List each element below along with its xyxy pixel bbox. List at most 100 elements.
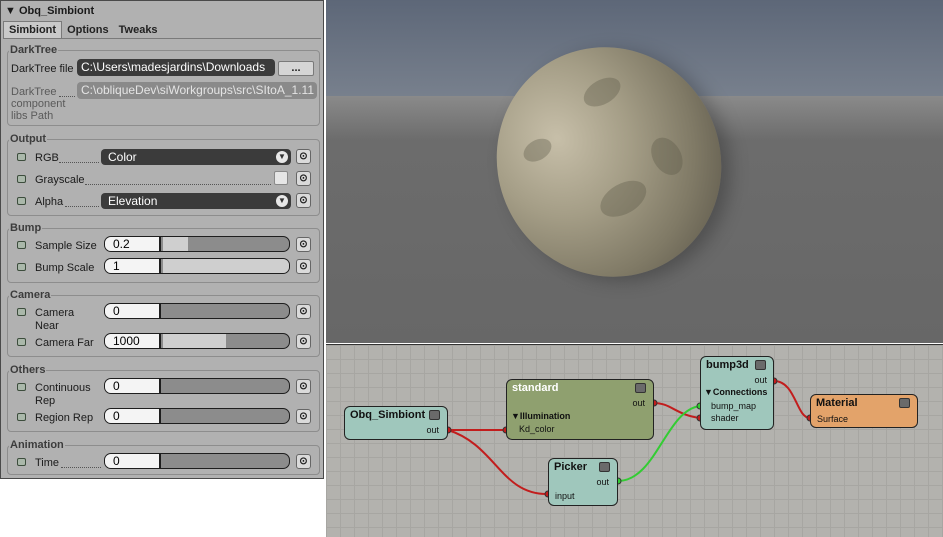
sample-size-slider[interactable]: 0.2 — [104, 236, 290, 252]
bump-scale-animate-icon[interactable] — [17, 263, 26, 271]
dotted-leader — [65, 206, 99, 207]
continuous-rep-value[interactable]: 0 — [105, 379, 161, 393]
grayscale-checkbox[interactable] — [274, 171, 288, 185]
node-obq-simbiont[interactable]: Obq_Simbiont out — [344, 406, 448, 440]
dotted-leader — [85, 184, 271, 185]
time-slider[interactable]: 0 — [104, 453, 290, 469]
node-menu-icon[interactable] — [599, 462, 610, 472]
panel-titlebar[interactable]: ▼ Obq_Simbiont — [3, 3, 321, 19]
rgb-animate-icon[interactable] — [17, 153, 26, 161]
libs-path-label-1: DarkTree — [11, 86, 57, 98]
node-title: Picker — [554, 461, 588, 473]
render-tree-canvas[interactable]: Obq_Simbiont out standard out ▼Illuminat… — [326, 344, 943, 537]
libs-path-label-2: component — [11, 98, 66, 110]
wire-bump3d-to-material — [773, 380, 811, 419]
alpha-dropdown-value: Elevation — [108, 194, 158, 208]
camera-near-slider[interactable]: 0 — [104, 303, 290, 319]
camera-near-value[interactable]: 0 — [105, 304, 161, 318]
continuous-rep-connect-icon[interactable]: ⊙ — [296, 379, 311, 394]
node-title: bump3d — [706, 359, 749, 371]
bump-scale-value[interactable]: 1 — [105, 259, 161, 273]
grayscale-animate-icon[interactable] — [17, 175, 26, 183]
continuous-rep-animate-icon[interactable] — [17, 383, 26, 391]
output-group-title: Output — [9, 133, 48, 145]
camera-far-animate-icon[interactable] — [17, 338, 26, 346]
port-surface: Surface — [817, 414, 849, 424]
camera-far-fill — [163, 334, 226, 348]
browse-button[interactable]: ... — [278, 61, 314, 76]
port-bump-map: bump_map — [711, 401, 757, 411]
tab-divider — [3, 38, 321, 39]
node-bump3d[interactable]: bump3d out ▼Connections bump_map shader — [700, 356, 774, 430]
grayscale-connect-icon[interactable]: ⊙ — [296, 171, 311, 186]
tab-tweaks[interactable]: Tweaks — [114, 22, 163, 38]
rgb-connect-icon[interactable]: ⊙ — [296, 149, 311, 164]
region-rep-slider[interactable]: 0 — [104, 408, 290, 424]
node-standard[interactable]: standard out ▼Illumination Kd_color — [506, 379, 654, 440]
texture-spot — [644, 131, 690, 181]
time-animate-icon[interactable] — [17, 458, 26, 466]
camera-far-slider[interactable]: 1000 — [104, 333, 290, 349]
tab-options[interactable]: Options — [62, 22, 114, 38]
section-connections[interactable]: ▼Connections — [704, 387, 767, 397]
region-rep-animate-icon[interactable] — [17, 413, 26, 421]
port-out-label: out — [596, 477, 609, 487]
others-group-title: Others — [9, 364, 47, 376]
darktree-group-title: DarkTree — [9, 44, 59, 56]
continuous-rep-label-1: Continuous — [35, 382, 91, 394]
alpha-connect-icon[interactable]: ⊙ — [296, 193, 311, 208]
camera-far-connect-icon[interactable]: ⊙ — [296, 334, 311, 349]
node-menu-icon[interactable] — [755, 360, 766, 370]
sample-size-value[interactable]: 0.2 — [105, 237, 161, 251]
camera-far-value[interactable]: 1000 — [105, 334, 161, 348]
section-label: Connections — [712, 387, 768, 397]
texture-spot — [594, 173, 653, 225]
region-rep-label: Region Rep — [35, 412, 94, 424]
time-connect-icon[interactable]: ⊙ — [296, 454, 311, 469]
node-menu-icon[interactable] — [899, 398, 910, 408]
sample-size-connect-icon[interactable]: ⊙ — [296, 237, 311, 252]
darktree-file-label: DarkTree file — [11, 63, 74, 75]
chevron-down-icon[interactable]: ▼ — [276, 151, 288, 163]
alpha-dropdown[interactable]: Elevation ▼ — [101, 193, 291, 209]
sample-size-fill — [163, 237, 188, 251]
camera-near-animate-icon[interactable] — [17, 308, 26, 316]
section-label: Illumination — [519, 411, 571, 421]
continuous-rep-label-2: Rep — [35, 395, 56, 407]
rgb-dropdown-value: Color — [108, 150, 137, 164]
node-material[interactable]: Material Surface — [810, 394, 918, 428]
panel-title: Obq_Simbiont — [18, 5, 95, 17]
node-title: Material — [816, 397, 858, 409]
camera-near-label-1: Camera — [35, 307, 75, 319]
sample-size-animate-icon[interactable] — [17, 241, 26, 249]
tab-bar: Simbiont Options Tweaks — [3, 21, 163, 38]
camera-far-label: Camera Far — [35, 337, 94, 349]
node-menu-icon[interactable] — [429, 410, 440, 420]
port-kd-color: Kd_color — [519, 424, 555, 434]
collapse-arrow-icon[interactable]: ▼ — [5, 5, 16, 17]
bump-scale-connect-icon[interactable]: ⊙ — [296, 259, 311, 274]
property-panel: ▼ Obq_Simbiont Simbiont Options Tweaks Dar… — [0, 0, 324, 479]
chevron-down-icon[interactable]: ▼ — [276, 195, 288, 207]
bump-scale-slider[interactable]: 1 — [104, 258, 290, 274]
rgb-dropdown[interactable]: Color ▼ — [101, 149, 291, 165]
time-value[interactable]: 0 — [105, 454, 161, 468]
alpha-animate-icon[interactable] — [17, 197, 26, 205]
port-input: input — [555, 491, 575, 501]
continuous-rep-slider[interactable]: 0 — [104, 378, 290, 394]
section-illumination[interactable]: ▼Illumination — [511, 411, 570, 421]
darktree-file-input[interactable]: C:\Users\madesjardins\Downloads — [77, 59, 275, 76]
grayscale-label: Grayscale — [35, 174, 85, 186]
wire-standard-to-bump3d — [653, 402, 701, 419]
alpha-label: Alpha — [35, 196, 64, 208]
node-picker[interactable]: Picker out input — [548, 458, 618, 506]
tab-simbiont[interactable]: Simbiont — [3, 21, 63, 38]
texture-spot — [519, 134, 556, 167]
region-rep-value[interactable]: 0 — [105, 409, 161, 423]
camera-near-connect-icon[interactable]: ⊙ — [296, 304, 311, 319]
bump-scale-fill — [163, 259, 289, 273]
dotted-leader — [59, 162, 99, 163]
region-rep-connect-icon[interactable]: ⊙ — [296, 409, 311, 424]
render-viewport[interactable] — [326, 0, 943, 343]
node-menu-icon[interactable] — [635, 383, 646, 393]
